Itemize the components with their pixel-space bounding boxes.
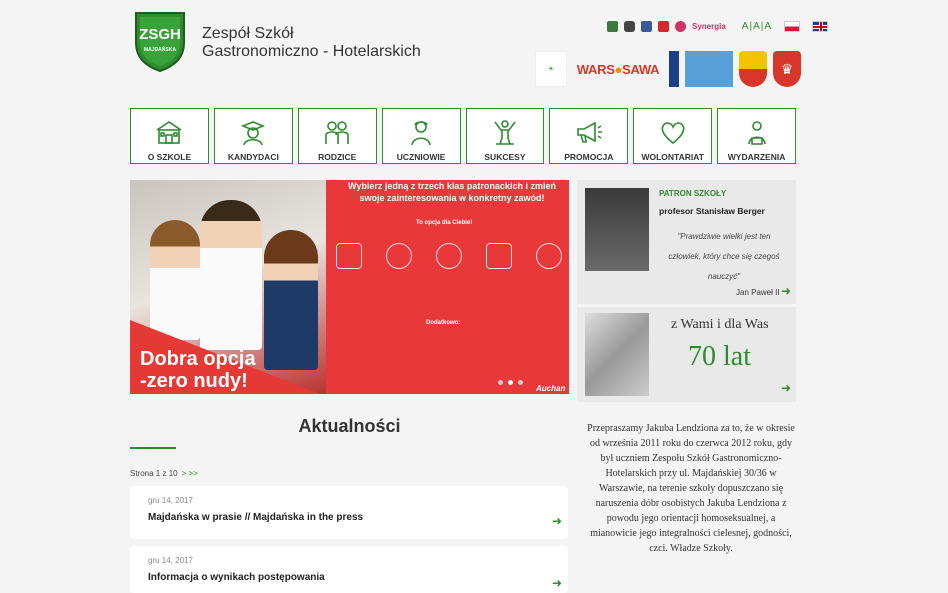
news-title-underline [130,447,176,449]
wars-sawa-mermaid-icon: ● [614,61,623,77]
arrow-right-icon[interactable]: ➜ [781,284,791,298]
slide-subtitle: To opcja dla Ciebie! [416,220,473,226]
partner-logo-blue[interactable] [669,51,679,87]
megaphone-icon [577,121,602,143]
arrow-right-icon[interactable]: ➜ [552,514,562,528]
apology-notice: Przepraszamy Jakuba Lendziona za to, że … [587,423,795,554]
slide-slogan: Dobra opcja -zero nudy! [140,348,256,392]
synergia-link[interactable]: Synergia [692,22,726,31]
graduate-icon [241,121,266,146]
anniversary-text: z Wami i dla Was [671,317,769,332]
slide-slogan-line1: Dobra opcja [140,348,256,370]
partner-logo-sun-icon[interactable]: ☀ [535,51,567,87]
sawa-text: SAWA [622,61,660,77]
instagram-icon[interactable] [624,20,635,32]
partner-logo-wars-sawa[interactable]: WARS ● SAWA [573,51,663,87]
logo-text: ZSGH [139,26,181,43]
main-nav: O SZKOLE KANDYDACI RODZICE UCZNIOWIE SUK… [130,108,796,164]
partner-logo-shield-icon[interactable] [739,51,767,87]
slide-slogan-line2: -zero nudy! [140,370,248,392]
nav-item-uczniowie[interactable]: UCZNIOWIE [381,108,461,164]
nav-item-sukcesy[interactable]: SUKCESY [465,108,545,164]
shield-check-icon [536,243,562,269]
slide-icons [336,243,562,269]
news-date: gru 14, 2017 [148,556,193,565]
polish-eagle-icon[interactable]: ♛ [773,51,801,87]
partner-logos: ☀ WARS ● SAWA ♛ [535,50,801,88]
pager-text: Strona 1 z 10 [130,469,178,478]
polish-flag-icon[interactable] [784,20,801,32]
news-item[interactable]: gru 14, 2017 Informacja o wynikach postę… [130,546,568,593]
nav-item-wolontariat[interactable]: WOLONTARIAT [633,108,713,164]
nav-item-rodzice[interactable]: RODZICE [297,108,377,164]
news-pager: Strona 1 z 10 > >> [130,469,198,478]
font-size-switcher[interactable]: A|A|A [742,21,772,32]
slider-dots [498,380,523,385]
synergia-icon[interactable] [675,20,686,32]
nav-label: WOLONTARIAT [641,152,704,162]
school-name-line1: Zespół Szkół [202,25,294,42]
english-flag-icon[interactable] [812,20,829,32]
nav-label: UCZNIOWIE [396,152,446,162]
nav-label: PROMOCJA [564,152,614,162]
school-logo[interactable]: ZSGH MAJDAŃSKA [132,9,188,73]
school-name-line2: Gastronomiczno - Hotelarskich [202,43,421,60]
nav-item-promocja[interactable]: PROMOCJA [549,108,629,164]
slide-panel [326,180,569,394]
anniversary-panel[interactable]: z Wami i dla Was 70 lat ➜ [577,307,796,402]
nav-label: KANDYDACI [227,152,279,162]
slider-dot-active[interactable] [508,380,513,385]
people-icon [386,243,412,269]
anniversary-years: 70 lat [688,341,751,372]
nav-label: RODZICE [318,152,357,162]
patron-name: profesor Stanisław Berger [659,206,765,216]
patron-quote: "Prawdziwie wielki jest ten człowiek, kt… [668,232,780,281]
nav-item-wydarzenia[interactable]: WYDARZENIA [717,108,796,164]
event-icon [747,121,766,145]
school-building-icon [156,121,182,144]
logo-subtext: MAJDAŃSKA [144,45,176,53]
slide-extra-label: Dodatkowo: [426,320,461,326]
wars-text: WARS [576,61,615,77]
nav-item-kandydaci[interactable]: KANDYDACI [213,108,293,164]
promo-slider[interactable]: Wybierz jedną z trzech klas patronackich… [130,180,569,394]
nav-label: WYDARZENIA [727,152,786,162]
student-icon [411,121,431,146]
facebook-icon[interactable] [641,20,652,32]
partner-logo-dance[interactable] [685,51,733,87]
slide-title: Wybierz jedną z trzech klas patronackich… [348,181,556,203]
news-headline[interactable]: Informacja o wynikach postępowania [148,572,325,583]
phone-icon [336,243,362,269]
nav-item-o-szkole[interactable]: O SZKOLE [130,108,209,164]
news-item[interactable]: gru 14, 2017 Majdańska w prasie // Majda… [130,486,568,539]
patron-photo [585,188,649,271]
arrow-right-icon[interactable]: ➜ [781,381,791,395]
slider-dot[interactable] [518,380,523,385]
map-icon[interactable] [607,20,618,32]
patron-quote-author: Jan Paweł II [736,288,780,297]
news-section-title: Aktualności [298,416,401,436]
slider-dot[interactable] [498,380,503,385]
top-icons-bar: Synergia A|A|A [607,19,829,33]
anniversary-photo [585,313,649,396]
money-bag-icon [436,243,462,269]
nav-label: O SZKOLE [147,152,192,162]
youtube-icon[interactable] [658,20,669,32]
news-headline[interactable]: Majdańska w prasie // Majdańska in the p… [148,512,363,523]
success-icon [494,120,516,145]
growth-chart-icon [486,243,512,269]
header: ZSGH MAJDAŃSKA Zespół Szkół Gastronomicz… [0,0,948,100]
parents-icon [325,121,349,144]
pager-next-link[interactable]: > >> [182,469,198,478]
heart-icon [661,122,685,145]
school-name[interactable]: Zespół Szkół Gastronomiczno - Hotelarski… [202,25,421,61]
patron-label: PATRON SZKOŁY [659,189,727,198]
patron-panel[interactable]: PATRON SZKOŁY profesor Stanisław Berger … [577,180,796,304]
news-date: gru 14, 2017 [148,496,193,505]
arrow-right-icon[interactable]: ➜ [552,576,562,590]
auchan-brand: Auchan [536,384,566,393]
nav-label: SUKCESY [484,152,526,162]
